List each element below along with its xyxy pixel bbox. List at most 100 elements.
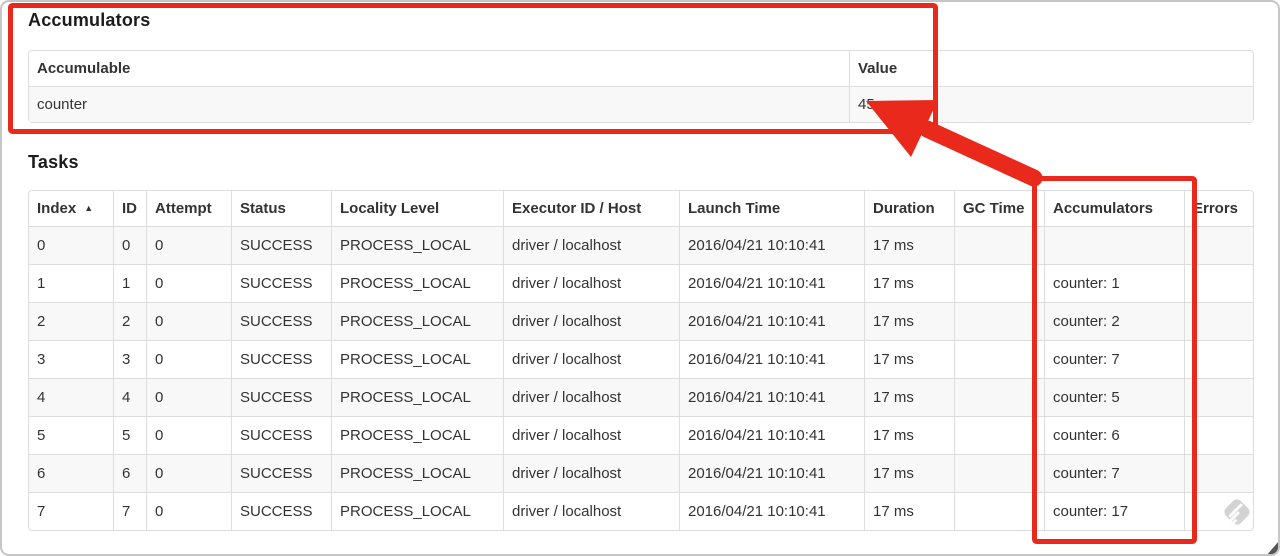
- tasks-header-label-locality-level: Locality Level: [340, 200, 440, 217]
- accumulable-table-header-row: Accumulable Value: [29, 51, 1253, 86]
- tasks-header-executor-id-host[interactable]: Executor ID / Host: [503, 191, 679, 226]
- tasks-cell-gc-time-row-0: [954, 226, 1044, 264]
- tasks-cell-duration-row-3: 17 ms: [864, 340, 954, 378]
- tasks-cell-duration-row-6: 17 ms: [864, 454, 954, 492]
- tasks-cell-status-row-5: SUCCESS: [231, 416, 331, 454]
- tasks-cell-accumulators-row-4: counter: 5: [1044, 378, 1184, 416]
- tasks-header-index[interactable]: Index ▲: [29, 191, 113, 226]
- tasks-row-1: 1 1 0 SUCCESS PROCESS_LOCAL driver / localhos…: [29, 264, 1253, 302]
- tasks-cell-executor-id-host-row-4: driver / localhost: [503, 378, 679, 416]
- tasks-cell-status-row-6: SUCCESS: [231, 454, 331, 492]
- tasks-cell-index-row-4: 4: [29, 378, 113, 416]
- tasks-header-label-attempt: Attempt: [155, 200, 212, 217]
- tasks-cell-id-row-1: 1: [113, 264, 146, 302]
- tasks-cell-locality-level-row-6: PROCESS_LOCAL: [331, 454, 503, 492]
- tasks-header-accumulators[interactable]: Accumulators: [1044, 191, 1184, 226]
- tasks-row-3: 3 3 0 SUCCESS PROCESS_LOCAL driver / localhos…: [29, 340, 1253, 378]
- tasks-cell-locality-level-row-0: PROCESS_LOCAL: [331, 226, 503, 264]
- tasks-cell-duration-row-5: 17 ms: [864, 416, 954, 454]
- tasks-header-status[interactable]: Status: [231, 191, 331, 226]
- tasks-header-label-accumulators: Accumulators: [1053, 200, 1154, 217]
- tasks-cell-errors-row-2: [1184, 302, 1253, 340]
- tasks-header-label-status: Status: [240, 200, 286, 217]
- tasks-cell-errors-row-1: [1184, 264, 1253, 302]
- tasks-cell-accumulators-row-5: counter: 6: [1044, 416, 1184, 454]
- tasks-cell-locality-level-row-3: PROCESS_LOCAL: [331, 340, 503, 378]
- accumulable-header-label-value: Value: [858, 60, 898, 77]
- page-content: Accumulators Accumulable Value counter 45 …: [0, 0, 1280, 531]
- tasks-cell-locality-level-row-7: PROCESS_LOCAL: [331, 492, 503, 530]
- cursor-artifact: [1266, 541, 1280, 556]
- tasks-cell-accumulators-row-7: counter: 17: [1044, 492, 1184, 530]
- tasks-header-label-index: Index: [37, 200, 77, 217]
- tasks-header-locality-level[interactable]: Locality Level: [331, 191, 503, 226]
- tasks-cell-attempt-row-7: 0: [146, 492, 231, 530]
- accumulable-header-accumulable[interactable]: Accumulable: [29, 51, 849, 86]
- tasks-cell-attempt-row-4: 0: [146, 378, 231, 416]
- tasks-cell-errors-row-7: [1184, 492, 1253, 530]
- tasks-cell-launch-time-row-2: 2016/04/21 10:10:41: [679, 302, 864, 340]
- tasks-cell-status-row-4: SUCCESS: [231, 378, 331, 416]
- tasks-table: Index ▲ ID Attempt Status Locality Level Execu…: [28, 190, 1254, 531]
- tasks-cell-launch-time-row-7: 2016/04/21 10:10:41: [679, 492, 864, 530]
- tasks-cell-id-row-3: 3: [113, 340, 146, 378]
- tasks-row-2: 2 2 0 SUCCESS PROCESS_LOCAL driver / localhos…: [29, 302, 1253, 340]
- tasks-cell-id-row-2: 2: [113, 302, 146, 340]
- tasks-cell-errors-row-3: [1184, 340, 1253, 378]
- tasks-cell-locality-level-row-2: PROCESS_LOCAL: [331, 302, 503, 340]
- tasks-cell-duration-row-4: 17 ms: [864, 378, 954, 416]
- tasks-cell-locality-level-row-4: PROCESS_LOCAL: [331, 378, 503, 416]
- tasks-cell-launch-time-row-4: 2016/04/21 10:10:41: [679, 378, 864, 416]
- tasks-cell-gc-time-row-1: [954, 264, 1044, 302]
- tasks-cell-attempt-row-2: 0: [146, 302, 231, 340]
- tasks-header-gc-time[interactable]: GC Time: [954, 191, 1044, 226]
- tasks-cell-id-row-6: 6: [113, 454, 146, 492]
- tasks-section-title: Tasks: [28, 152, 79, 172]
- tasks-cell-executor-id-host-row-5: driver / localhost: [503, 416, 679, 454]
- tasks-cell-gc-time-row-4: [954, 378, 1044, 416]
- tasks-row-7: 7 7 0 SUCCESS PROCESS_LOCAL driver / localhos…: [29, 492, 1253, 530]
- tasks-cell-index-row-1: 1: [29, 264, 113, 302]
- accumulable-table: Accumulable Value counter 45: [28, 50, 1254, 123]
- accumulable-header-value[interactable]: Value: [849, 51, 1253, 86]
- tasks-cell-gc-time-row-6: [954, 454, 1044, 492]
- tasks-cell-launch-time-row-1: 2016/04/21 10:10:41: [679, 264, 864, 302]
- sort-ascending-icon: ▲: [84, 203, 94, 213]
- tasks-cell-duration-row-7: 17 ms: [864, 492, 954, 530]
- accumulable-cell-value-row-0: 45: [849, 86, 1253, 122]
- tasks-cell-executor-id-host-row-3: driver / localhost: [503, 340, 679, 378]
- tasks-cell-accumulators-row-3: counter: 7: [1044, 340, 1184, 378]
- tasks-cell-index-row-7: 7: [29, 492, 113, 530]
- tasks-header-label-errors: Errors: [1193, 200, 1239, 217]
- tasks-row-0: 0 0 0 SUCCESS PROCESS_LOCAL driver / localhos…: [29, 226, 1253, 264]
- tasks-cell-gc-time-row-5: [954, 416, 1044, 454]
- tasks-header-duration[interactable]: Duration: [864, 191, 954, 226]
- tasks-cell-gc-time-row-2: [954, 302, 1044, 340]
- tasks-cell-index-row-3: 3: [29, 340, 113, 378]
- tasks-header-label-launch-time: Launch Time: [688, 200, 781, 217]
- tasks-header-launch-time[interactable]: Launch Time: [679, 191, 864, 226]
- tasks-cell-executor-id-host-row-2: driver / localhost: [503, 302, 679, 340]
- tasks-cell-duration-row-0: 17 ms: [864, 226, 954, 264]
- tasks-cell-errors-row-4: [1184, 378, 1253, 416]
- tasks-cell-executor-id-host-row-1: driver / localhost: [503, 264, 679, 302]
- tasks-cell-index-row-0: 0: [29, 226, 113, 264]
- tasks-cell-executor-id-host-row-6: driver / localhost: [503, 454, 679, 492]
- tasks-header-label-gc-time: GC Time: [963, 200, 1025, 217]
- tasks-cell-locality-level-row-5: PROCESS_LOCAL: [331, 416, 503, 454]
- tasks-header-errors[interactable]: Errors: [1184, 191, 1253, 226]
- tasks-header-label-executor-id-host: Executor ID / Host: [512, 200, 642, 217]
- tasks-cell-launch-time-row-0: 2016/04/21 10:10:41: [679, 226, 864, 264]
- tasks-header-label-id: ID: [122, 200, 137, 217]
- tasks-cell-executor-id-host-row-0: driver / localhost: [503, 226, 679, 264]
- tasks-cell-attempt-row-0: 0: [146, 226, 231, 264]
- tasks-cell-attempt-row-1: 0: [146, 264, 231, 302]
- tasks-header-label-duration: Duration: [873, 200, 935, 217]
- tasks-header-id[interactable]: ID: [113, 191, 146, 226]
- tasks-cell-duration-row-1: 17 ms: [864, 264, 954, 302]
- tasks-cell-errors-row-5: [1184, 416, 1253, 454]
- tasks-row-4: 4 4 0 SUCCESS PROCESS_LOCAL driver / localhos…: [29, 378, 1253, 416]
- tasks-header-attempt[interactable]: Attempt: [146, 191, 231, 226]
- tasks-cell-id-row-7: 7: [113, 492, 146, 530]
- tasks-cell-locality-level-row-1: PROCESS_LOCAL: [331, 264, 503, 302]
